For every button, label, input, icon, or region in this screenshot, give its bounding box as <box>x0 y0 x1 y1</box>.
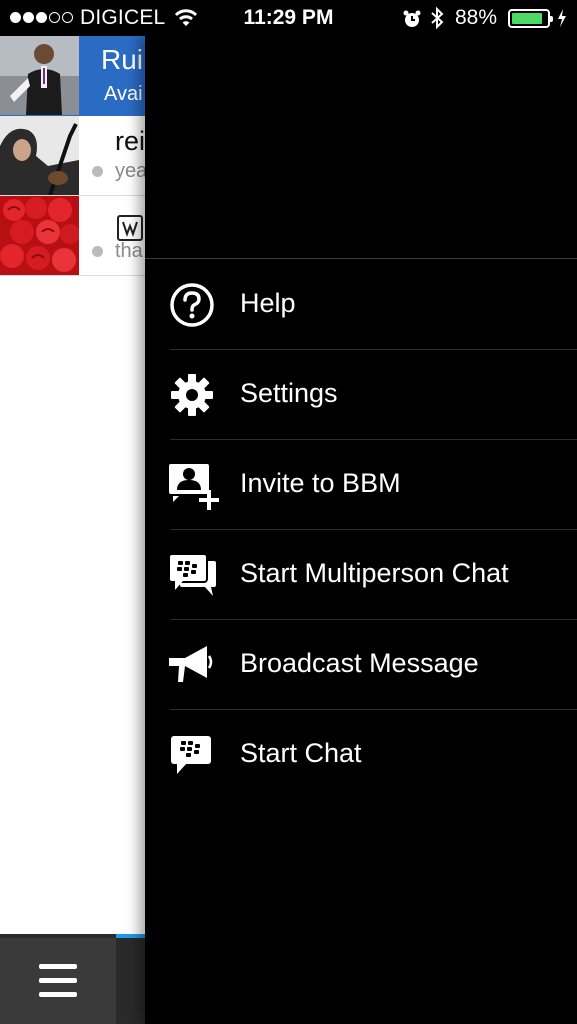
menu-item-help[interactable]: Help <box>145 260 577 350</box>
menu-item-start-chat[interactable]: Start Chat <box>145 710 577 800</box>
battery-fill <box>512 13 542 24</box>
message-preview: yea <box>115 160 145 182</box>
my-status: Avai <box>104 83 143 105</box>
divider <box>145 258 577 259</box>
alarm-icon <box>402 9 422 34</box>
charging-icon <box>556 8 568 33</box>
presence-dot <box>92 246 103 257</box>
menu-item-label: Settings <box>240 378 338 408</box>
app-menu-drawer: Help Settings Invite to BBM Start Multip… <box>145 36 577 1024</box>
my-avatar <box>0 36 79 115</box>
active-tab-indicator <box>116 934 145 938</box>
status-bar: DIGICEL 11:29 PM 88% <box>0 0 577 36</box>
menu-item-label: Start Multiperson Chat <box>240 558 509 588</box>
menu-item-label: Broadcast Message <box>240 648 479 678</box>
menu-item-label: Start Chat <box>240 738 362 768</box>
battery-percent: 88% <box>455 6 498 29</box>
add-contact-icon <box>167 462 219 510</box>
hamburger-menu-icon[interactable] <box>0 938 116 1024</box>
megaphone-icon <box>167 642 217 688</box>
chat-row[interactable]: rei yea <box>0 116 145 196</box>
menu-item-settings[interactable]: Settings <box>145 350 577 440</box>
menu-item-label: Help <box>240 288 296 318</box>
bottom-action-bar <box>0 934 145 1024</box>
help-icon <box>167 282 217 328</box>
multiperson-chat-icon <box>167 552 218 598</box>
contact-badge-icon <box>117 215 143 241</box>
chat-list-panel: Rui Avai rei yea tha <box>0 36 145 1024</box>
menu-item-start-multiperson-chat[interactable]: Start Multiperson Chat <box>145 530 577 620</box>
menu-item-label: Invite to BBM <box>240 468 401 498</box>
message-preview: tha <box>115 240 143 262</box>
gear-icon <box>167 372 217 418</box>
my-profile-row[interactable]: Rui Avai <box>0 36 145 116</box>
presence-dot <box>92 166 103 177</box>
contact-name: rei <box>115 126 145 156</box>
chat-bubble-icon <box>167 732 217 778</box>
menu-item-invite-to-bbm[interactable]: Invite to BBM <box>145 440 577 530</box>
contact-avatar <box>0 196 79 275</box>
contact-avatar <box>0 116 79 195</box>
menu-item-broadcast-message[interactable]: Broadcast Message <box>145 620 577 710</box>
chat-row[interactable]: tha <box>0 196 145 276</box>
my-display-name: Rui <box>101 44 144 75</box>
bluetooth-icon <box>429 6 445 35</box>
battery-icon <box>508 9 553 28</box>
